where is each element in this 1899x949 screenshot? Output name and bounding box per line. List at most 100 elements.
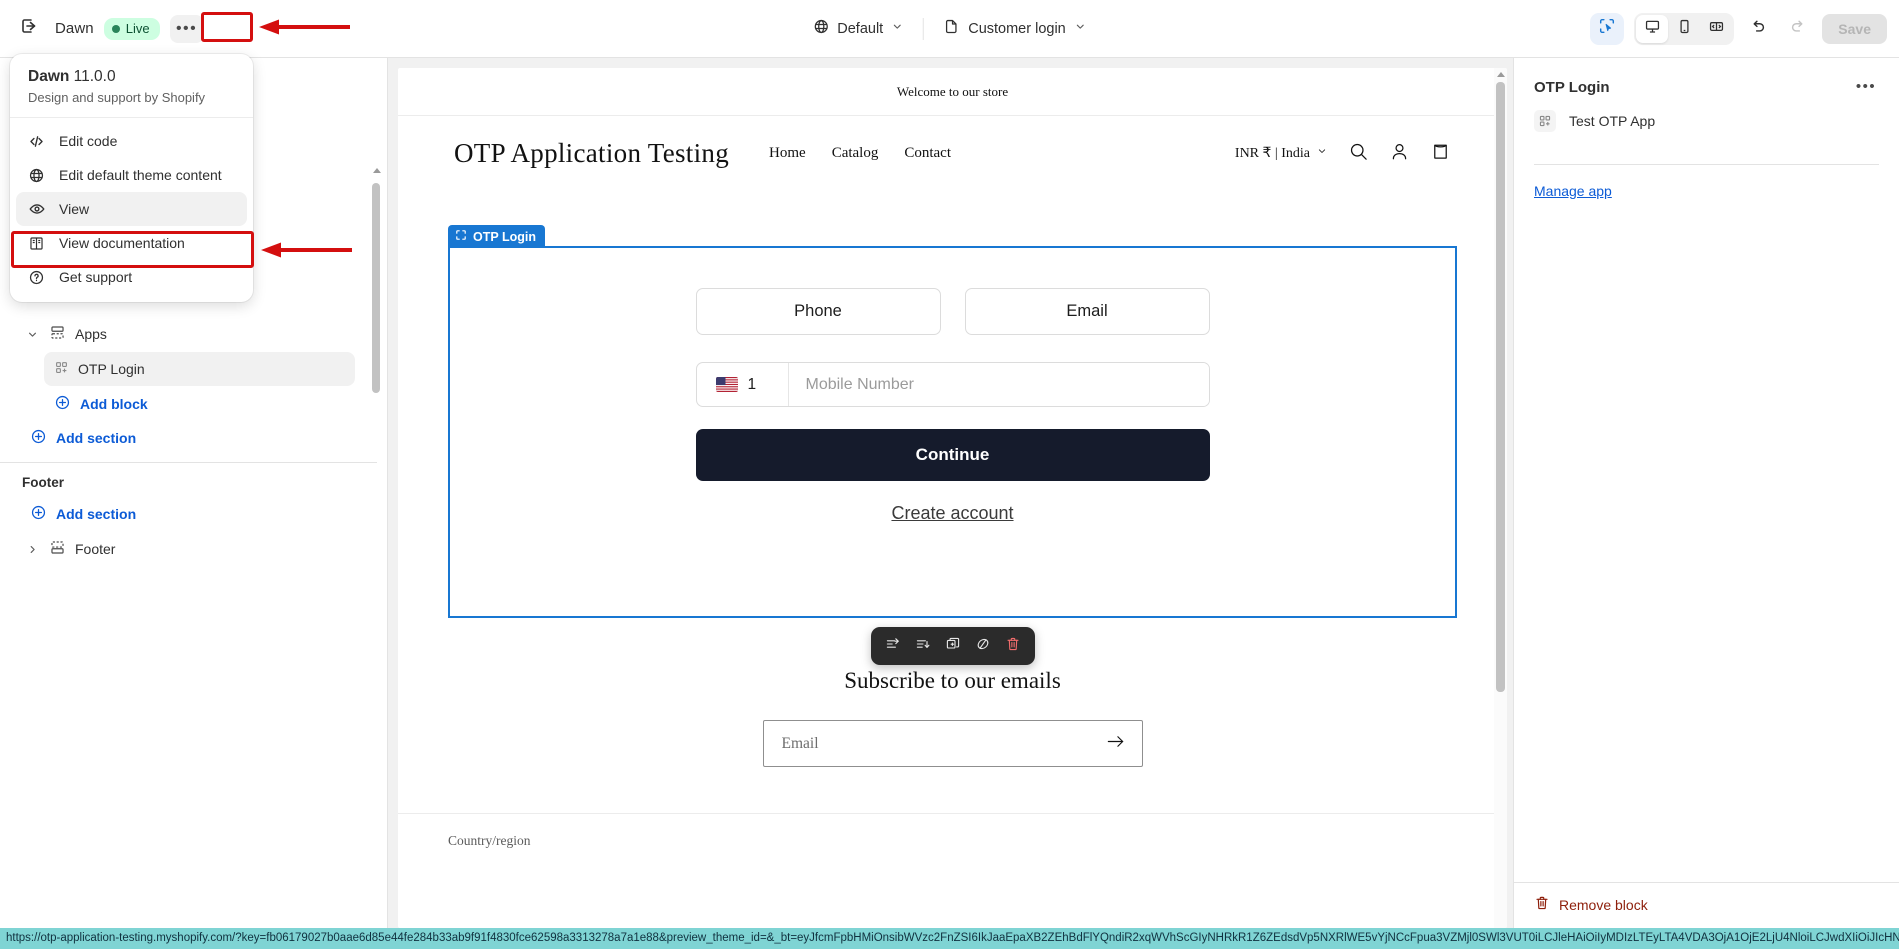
store-logo[interactable]: OTP Application Testing xyxy=(454,138,729,169)
menu-items: Edit code Edit default theme content Vie… xyxy=(10,118,253,302)
panel-app-row[interactable]: Test OTP App xyxy=(1514,102,1899,140)
fullwidth-view-button[interactable] xyxy=(1700,15,1732,43)
storefront-header-actions: INR ₹ | India xyxy=(1235,141,1451,167)
undo-button[interactable] xyxy=(1742,13,1774,45)
ellipsis-icon: ••• xyxy=(175,19,198,37)
mobile-number-input[interactable] xyxy=(788,363,1209,406)
topbar-divider xyxy=(923,17,925,40)
sidebar-item-otp-login[interactable]: OTP Login xyxy=(44,352,355,386)
sidebar-group-label: Apps xyxy=(75,326,107,342)
account-icon[interactable] xyxy=(1389,141,1410,167)
nav-link-home[interactable]: Home xyxy=(769,145,806,162)
tab-phone[interactable]: Phone xyxy=(695,288,941,335)
delete-icon xyxy=(1005,636,1021,657)
desktop-icon xyxy=(1644,18,1661,40)
menu-item-view[interactable]: View xyxy=(16,192,247,226)
exit-editor-button[interactable] xyxy=(13,13,45,45)
locale-label: INR ₹ | India xyxy=(1234,146,1310,161)
add-section-footer-button[interactable]: Add section xyxy=(22,498,355,530)
announcement-bar: Welcome to our store xyxy=(398,68,1507,116)
topbar-right-group: Save xyxy=(1590,12,1887,45)
globe-icon xyxy=(27,167,46,184)
duplicate-button[interactable] xyxy=(939,633,967,659)
sidebar-scrollbar[interactable] xyxy=(372,168,382,928)
country-region-label: Country/region xyxy=(448,833,531,848)
theme-actions-menu: Dawn 11.0.0 Design and support by Shopif… xyxy=(10,54,253,302)
top-bar: Dawn Live ••• Default Customer login Sav… xyxy=(0,0,1899,58)
menu-item-label: Edit default theme content xyxy=(59,167,222,183)
select-tool-button[interactable] xyxy=(1590,12,1625,45)
storefront-preview: Welcome to our store OTP Application Tes… xyxy=(398,68,1507,928)
plus-circle-icon xyxy=(30,504,47,524)
continue-button[interactable]: Continue xyxy=(695,429,1210,481)
panel-app-name: Test OTP App xyxy=(1569,113,1656,129)
menu-item-label: View documentation xyxy=(59,235,185,251)
search-icon[interactable] xyxy=(1348,141,1369,167)
theme-actions-button[interactable]: ••• xyxy=(169,14,204,43)
us-flag-icon xyxy=(715,377,738,392)
tab-email[interactable]: Email xyxy=(964,288,1210,335)
menu-theme-version: 11.0.0 xyxy=(73,68,116,85)
hide-button[interactable] xyxy=(969,633,997,659)
otp-login-form: Phone Email 1 Mobile Number Continue Cre… xyxy=(450,248,1455,524)
panel-actions-button[interactable]: ••• xyxy=(1851,74,1881,100)
menu-item-edit-default-theme-content[interactable]: Edit default theme content xyxy=(16,158,247,192)
newsletter-email-input[interactable] xyxy=(781,734,1105,753)
cart-icon[interactable] xyxy=(1430,141,1451,167)
chevron-down-icon xyxy=(1074,20,1087,37)
page-icon xyxy=(943,18,960,39)
chevron-right-icon[interactable] xyxy=(24,543,40,556)
move-down-button[interactable] xyxy=(909,633,937,659)
menu-title: Dawn 11.0.0 xyxy=(28,68,235,86)
browser-status-bar: https://otp-application-testing.myshopif… xyxy=(0,928,1899,949)
eye-icon xyxy=(27,200,46,218)
scroll-up-arrow-icon[interactable] xyxy=(373,168,381,173)
app-block-icon xyxy=(1534,110,1556,132)
preview-scrollbar-thumb[interactable] xyxy=(1496,82,1505,692)
country-code-selector[interactable]: 1 xyxy=(697,363,789,406)
storefront-locale-selector[interactable]: INR ₹ | India xyxy=(1235,145,1328,162)
chevron-down-icon xyxy=(1316,145,1328,162)
scroll-up-arrow-icon[interactable] xyxy=(1497,72,1505,77)
nav-link-contact[interactable]: Contact xyxy=(904,145,951,162)
mobile-icon xyxy=(1676,18,1693,40)
menu-item-edit-code[interactable]: Edit code xyxy=(16,124,247,158)
sidebar-item-footer[interactable]: Footer xyxy=(14,532,355,566)
code-icon xyxy=(27,133,46,150)
add-block-button[interactable]: Add block xyxy=(46,388,355,420)
redo-button[interactable] xyxy=(1782,13,1814,45)
menu-item-label: Get support xyxy=(59,269,133,285)
nav-link-catalog[interactable]: Catalog xyxy=(832,145,879,162)
add-section-button[interactable]: Add section xyxy=(22,422,355,454)
undo-icon xyxy=(1749,17,1767,40)
plus-circle-icon xyxy=(30,428,47,448)
template-selector[interactable]: Customer login xyxy=(933,12,1097,45)
menu-item-view-documentation[interactable]: View documentation xyxy=(16,226,247,260)
mobile-view-button[interactable] xyxy=(1668,15,1700,43)
menu-item-label: View xyxy=(59,201,90,217)
remove-block-button[interactable]: Remove block xyxy=(1534,895,1648,914)
move-out-button[interactable] xyxy=(879,633,907,659)
redo-icon xyxy=(1789,17,1807,40)
newsletter-field xyxy=(762,720,1143,767)
selected-block-otp-login[interactable]: OTP Login Phone Email 1 Mobile Number Co… xyxy=(448,225,1457,618)
add-section-label: Add section xyxy=(56,506,137,522)
sidebar-item-label: OTP Login xyxy=(78,361,145,377)
chevron-down-icon[interactable] xyxy=(24,328,40,341)
sidebar-group-apps[interactable]: Apps xyxy=(14,317,355,351)
arrow-right-icon[interactable] xyxy=(1105,731,1126,757)
create-account-link[interactable]: Create account xyxy=(891,503,1013,524)
menu-item-get-support[interactable]: Get support xyxy=(16,260,247,294)
preview-scrollbar[interactable] xyxy=(1494,68,1507,928)
save-button[interactable]: Save xyxy=(1822,13,1887,44)
delete-button[interactable] xyxy=(999,633,1027,659)
desktop-view-button[interactable] xyxy=(1636,14,1669,43)
ellipsis-icon: ••• xyxy=(1855,78,1877,95)
country-code-value: 1 xyxy=(747,375,757,393)
menu-subtitle: Design and support by Shopify xyxy=(28,90,206,105)
locale-selector[interactable]: Default xyxy=(802,12,914,45)
menu-header: Dawn 11.0.0 Design and support by Shopif… xyxy=(10,54,253,118)
sidebar-scrollbar-thumb[interactable] xyxy=(372,183,380,393)
manage-app-link[interactable]: Manage app xyxy=(1534,183,1612,199)
topbar-center-group: Default Customer login xyxy=(802,12,1096,45)
